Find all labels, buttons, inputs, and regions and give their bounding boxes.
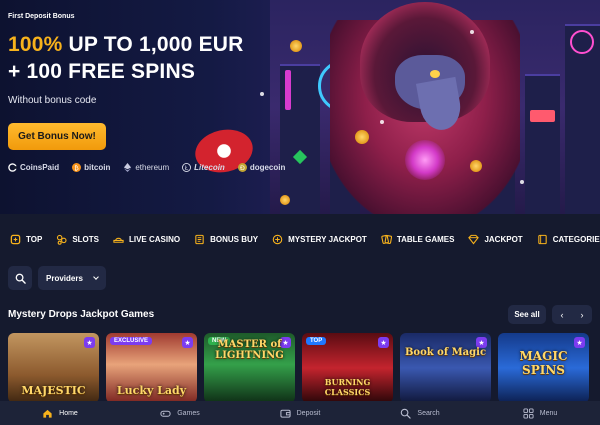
game-title: MAJESTIC (21, 384, 86, 397)
jackpot-icon (468, 234, 480, 245)
promo-label: First Deposit Bonus (8, 13, 75, 20)
svg-text:Ð: Ð (240, 165, 245, 172)
top-badge: TOP (306, 337, 327, 345)
live-casino-icon (113, 237, 124, 243)
category-top[interactable]: TOP (10, 234, 42, 245)
category-slots[interactable]: SLOTS (56, 234, 99, 245)
nav-menu[interactable]: Menu (480, 401, 600, 425)
home-icon (43, 409, 52, 418)
bonus-buy-icon (195, 234, 204, 244)
wallet-icon (280, 409, 291, 418)
category-bonus-buy[interactable]: BONUS BUY (194, 234, 258, 245)
carousel-arrows: ‹ › (552, 305, 592, 324)
top-icon (10, 234, 21, 244)
categories-icon (537, 234, 547, 244)
providers-dropdown[interactable]: Providers (38, 266, 106, 290)
payment-dogecoin: Ð dogecoin (237, 163, 285, 172)
promo-headline: 100% UP TO 1,000 EUR (8, 33, 244, 56)
game-card[interactable]: EXCLUSIVE ★ Lucky Lady (106, 333, 197, 401)
providers-label: Providers (46, 273, 83, 283)
carousel-next-button[interactable]: › (572, 305, 592, 324)
category-more[interactable]: CATEGORIES+ (537, 234, 600, 245)
payment-coinspaid: CoinsPaid (8, 163, 59, 172)
game-card[interactable]: ★ Book of Magic (400, 333, 491, 401)
litecoin-icon: Ł (182, 163, 192, 172)
game-card[interactable]: NEW ★ MASTER of LIGHTNING (204, 333, 295, 401)
carousel-prev-button[interactable]: ‹ (552, 305, 572, 324)
chevron-right-icon: › (580, 309, 584, 320)
nav-home[interactable]: Home (0, 401, 120, 425)
game-title: Book of Magic (404, 347, 487, 358)
mystery-jackpot-icon (272, 234, 283, 244)
search-icon (15, 273, 26, 284)
magic-orb (405, 140, 445, 180)
nav-search[interactable]: Search (360, 401, 480, 425)
game-title: MAGIC SPINS (519, 349, 568, 377)
game-title: MASTER of LIGHTNING (215, 339, 284, 361)
casino-home: First Deposit Bonus 100% UP TO 1,000 EUR… (0, 0, 600, 425)
payment-bitcoin: ₿ bitcoin (72, 163, 110, 172)
game-card[interactable]: ★ MAJESTIC (8, 333, 99, 401)
category-nav: TOP SLOTS LIVE CASINO BONUS BUY MYSTERY … (0, 214, 600, 264)
table-games-icon (381, 234, 392, 244)
category-mystery-jackpot[interactable]: MYSTERY JACKPOT (272, 234, 367, 245)
game-card[interactable]: ★ MAGIC SPINS (498, 333, 589, 401)
chevron-left-icon: ‹ (560, 309, 564, 320)
game-title: BURNING CLASSICS (324, 377, 371, 397)
games-icon (160, 410, 171, 417)
svg-text:₿: ₿ (74, 165, 79, 172)
star-icon[interactable]: ★ (84, 337, 95, 348)
category-table-games[interactable]: TABLE GAMES (381, 234, 454, 245)
promo-banner[interactable]: First Deposit Bonus 100% UP TO 1,000 EUR… (0, 0, 600, 214)
payment-methods: CoinsPaid ₿ bitcoin ethereum Ł Litecoin … (8, 163, 285, 172)
star-icon[interactable]: ★ (574, 337, 585, 348)
game-card[interactable]: TOP ★ BURNING CLASSICS (302, 333, 393, 401)
game-search-button[interactable] (8, 266, 32, 290)
exclusive-badge: EXCLUSIVE (110, 337, 153, 345)
search-icon (401, 408, 412, 419)
nav-deposit[interactable]: Deposit (240, 401, 360, 425)
game-title: Lucky Lady (116, 384, 187, 397)
get-bonus-button[interactable]: Get Bonus Now! (8, 123, 106, 150)
bottom-nav: Home Games Deposit Search Menu (0, 401, 600, 425)
svg-text:Ł: Ł (184, 166, 189, 172)
star-icon[interactable]: ★ (182, 337, 193, 348)
category-jackpot[interactable]: JACKPOT (468, 234, 523, 245)
section-title: Mystery Drops Jackpot Games (8, 309, 155, 320)
coinspaid-icon (8, 163, 17, 172)
menu-grid-icon (523, 407, 534, 419)
promo-note: Without bonus code (8, 95, 97, 106)
games-carousel: ★ MAJESTIC EXCLUSIVE ★ Lucky Lady NEW ★ … (8, 333, 600, 401)
ethereum-icon (124, 163, 132, 172)
dogecoin-icon: Ð (237, 163, 247, 172)
promo-subheadline: + 100 FREE SPINS (8, 60, 196, 83)
star-icon[interactable]: ★ (378, 337, 389, 348)
see-all-button[interactable]: See all (508, 305, 546, 324)
chevron-down-icon (93, 274, 99, 280)
category-live-casino[interactable]: LIVE CASINO (113, 234, 180, 245)
nav-games[interactable]: Games (120, 401, 240, 425)
slots-icon (57, 234, 67, 245)
payment-ethereum: ethereum (123, 163, 169, 172)
bitcoin-icon: ₿ (72, 163, 82, 172)
payment-litecoin: Ł Litecoin (182, 163, 225, 172)
